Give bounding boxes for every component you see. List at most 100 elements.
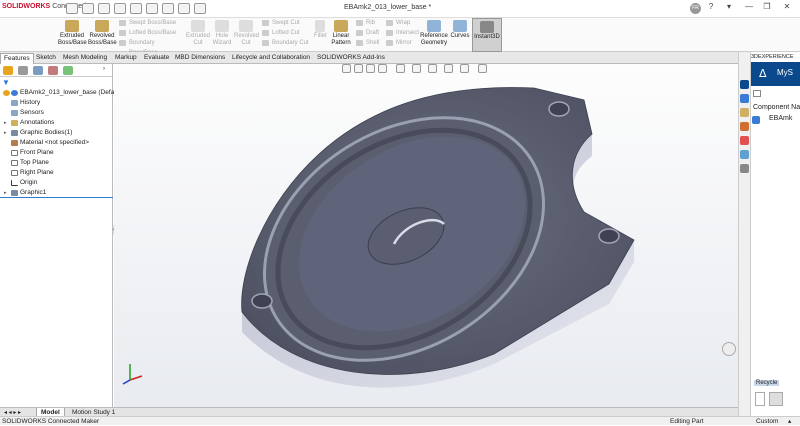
wrap-button[interactable]: Wrap	[386, 18, 420, 28]
revolved-boss-button[interactable]: Revolved Boss/Base	[88, 20, 117, 47]
task-pane-brand: ᐃ MyS	[751, 62, 800, 86]
mirror-button[interactable]: Mirror	[386, 38, 420, 48]
swept-boss-button[interactable]: Swept Boss/Base	[119, 18, 181, 28]
extruded-boss-button[interactable]: Extruded Boss/Base	[58, 20, 87, 47]
custom-properties-tab-icon[interactable]	[740, 164, 749, 173]
view-settings-icon[interactable]	[478, 64, 487, 73]
tree-item-history[interactable]: History	[0, 98, 113, 108]
lofted-cut-button[interactable]: Lofted Cut	[262, 28, 310, 38]
view-orientation-icon[interactable]	[396, 64, 405, 73]
revolved-cut-button[interactable]: Revolved Cut	[234, 20, 259, 47]
tree-root[interactable]: EBAmk2_013_lower_base (Default	[0, 88, 121, 98]
print-icon[interactable]	[130, 3, 142, 14]
tab-markup[interactable]: Markup	[112, 53, 140, 64]
material-icon	[11, 140, 18, 146]
user-avatar[interactable]: FR	[690, 3, 701, 14]
curves-icon	[453, 20, 467, 32]
zoom-to-fit-icon[interactable]	[342, 64, 351, 73]
lofted-boss-button[interactable]: Lofted Boss/Base	[119, 28, 181, 38]
open-icon[interactable]	[98, 3, 110, 14]
hide-show-icon[interactable]	[428, 64, 437, 73]
select-icon[interactable]	[162, 3, 174, 14]
status-bar: SOLIDWORKS Connected Maker Editing Part …	[0, 416, 800, 425]
hole-wizard-label: Hole Wizard	[212, 33, 232, 46]
maximize-icon[interactable]: ❐	[760, 2, 774, 14]
tree-item-origin[interactable]: Origin	[0, 178, 113, 188]
rib-button[interactable]: Rib	[356, 18, 386, 28]
tree-item-graphic1[interactable]: ▸ Graphic1	[0, 188, 113, 198]
instant3d-button[interactable]: Instant3D	[472, 18, 502, 52]
appearance-icon[interactable]	[444, 64, 453, 73]
curves-button[interactable]: Curves	[449, 20, 471, 40]
design-library-tab-icon[interactable]	[740, 108, 749, 117]
origin-label: Origin	[20, 179, 38, 186]
view-palette-tab-icon[interactable]	[740, 150, 749, 159]
scene-icon[interactable]	[460, 64, 469, 73]
hole-wizard-button[interactable]: Hole Wizard	[211, 20, 233, 47]
folder-icon[interactable]	[753, 90, 761, 97]
tab-evaluate[interactable]: Evaluate	[141, 53, 172, 64]
tree-item-annotations[interactable]: ▸ Annotations	[0, 118, 113, 128]
configuration-manager-tab-icon[interactable]	[33, 66, 43, 75]
3ds-logo-icon: ᐃ	[759, 68, 767, 80]
file-explorer-tab-icon[interactable]	[740, 122, 749, 131]
tree-item-right-plane[interactable]: Right Plane	[0, 168, 113, 178]
extruded-cut-button[interactable]: Extruded Cut	[186, 20, 210, 47]
tab-solidworks-add-ins[interactable]: SOLIDWORKS Add-Ins	[314, 53, 388, 64]
expand-graphic1-icon[interactable]: ▸	[4, 188, 7, 198]
save-icon[interactable]	[114, 3, 126, 14]
notification-icon[interactable]: ▾	[722, 2, 736, 14]
boundary-cut-button[interactable]: Boundary Cut	[262, 38, 310, 48]
graphics-viewport[interactable]	[114, 64, 738, 407]
expand-graphic-bodies-icon[interactable]: ▸	[4, 128, 7, 138]
connected-status-icon	[11, 90, 18, 96]
component-thumbnail-icon[interactable]	[769, 392, 783, 406]
swept-cut-button[interactable]: Swept Cut	[262, 18, 310, 28]
tab-lifecycle-collaboration[interactable]: Lifecycle and Collaboration	[229, 53, 313, 64]
view-cube-icon[interactable]	[722, 342, 736, 356]
3dexperience-tab-icon[interactable]	[740, 80, 749, 89]
help-icon[interactable]: ?	[704, 2, 718, 14]
tab-mbd-dimensions[interactable]: MBD Dimensions	[172, 53, 228, 64]
tree-item-sensors[interactable]: Sensors	[0, 108, 113, 118]
tree-item-material[interactable]: Material <not specified>	[0, 138, 113, 148]
tab-mesh-modeling[interactable]: Mesh Modeling	[60, 53, 110, 64]
panel-expand-icon[interactable]: ›	[103, 66, 105, 72]
triad-axis-icon	[122, 364, 143, 385]
tab-sketch[interactable]: Sketch	[33, 53, 59, 64]
feature-tree-tab-icon[interactable]	[3, 66, 13, 75]
new-document-icon[interactable]	[82, 3, 94, 14]
nav-arrows-icon[interactable]: ◂ ◂ ▸ ▸	[4, 409, 21, 416]
property-manager-tab-icon[interactable]	[18, 66, 28, 75]
linear-pattern-button[interactable]: Linear Pattern	[328, 20, 354, 47]
display-style-icon[interactable]	[412, 64, 421, 73]
tree-item-top-plane[interactable]: Top Plane	[0, 158, 113, 168]
tree-item-graphic-bodies[interactable]: ▸ Graphic Bodies(1)	[0, 128, 113, 138]
part-model-render[interactable]	[114, 64, 738, 407]
display-manager-tab-icon[interactable]	[63, 66, 73, 75]
reference-geometry-button[interactable]: Reference Geometry	[420, 20, 448, 47]
shell-button[interactable]: Shell	[356, 38, 386, 48]
draft-button[interactable]: Draft	[356, 28, 386, 38]
section-view-icon[interactable]	[378, 64, 387, 73]
tree-item-front-plane[interactable]: Front Plane	[0, 148, 113, 158]
intersect-button[interactable]: Intersect	[386, 28, 420, 38]
close-icon[interactable]: ✕	[780, 2, 794, 14]
tab-features[interactable]: Features	[0, 53, 34, 64]
options-gear-icon[interactable]	[194, 3, 206, 14]
appearances-tab-icon[interactable]	[740, 136, 749, 145]
filter-icon[interactable]: ▼	[2, 78, 10, 87]
expand-annotations-icon[interactable]: ▸	[4, 118, 7, 128]
rebuild-icon[interactable]	[178, 3, 190, 14]
fillet-button[interactable]: Fillet	[314, 20, 327, 40]
home-icon[interactable]	[66, 3, 78, 14]
zoom-area-icon[interactable]	[354, 64, 363, 73]
minimize-icon[interactable]: —	[742, 2, 756, 14]
history-label: History	[20, 99, 41, 106]
previous-view-icon[interactable]	[366, 64, 375, 73]
undo-icon[interactable]	[146, 3, 158, 14]
back-arrow-icon[interactable]	[755, 392, 765, 406]
dimxpert-tab-icon[interactable]	[48, 66, 58, 75]
component-item[interactable]: EBAmk	[751, 115, 800, 124]
resources-tab-icon[interactable]	[740, 94, 749, 103]
